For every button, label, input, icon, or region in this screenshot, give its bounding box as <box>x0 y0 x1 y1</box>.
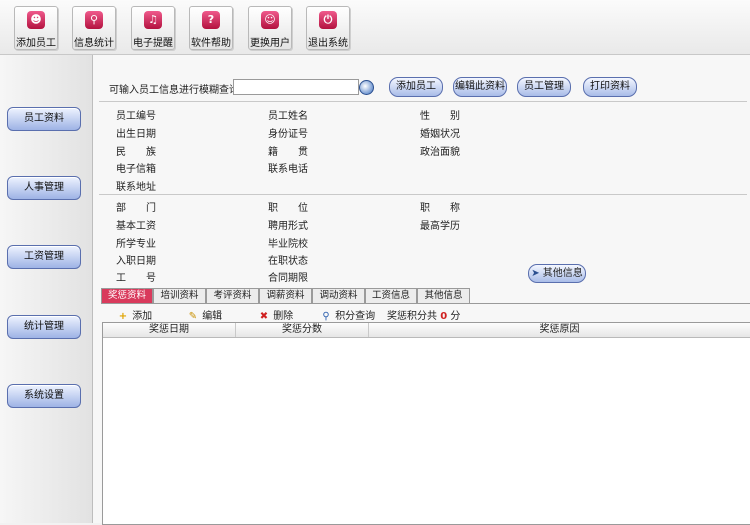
tab-rewards[interactable]: 奖惩资料 <box>101 288 153 303</box>
exit-toolbar-button[interactable]: ⏻ 退出系统 <box>306 6 350 50</box>
other-info-button[interactable]: ➤ 其他信息 <box>528 264 586 283</box>
toolbar-label: 添加员工 <box>16 38 56 49</box>
field-employee-id: 员工编号 <box>116 111 156 122</box>
sidebar-item-employee-info[interactable]: 员工资料 <box>7 107 81 131</box>
toolbar-label: 软件帮助 <box>191 38 231 49</box>
edit-label: 编辑 <box>202 311 223 322</box>
sidebar-item-personnel[interactable]: 人事管理 <box>7 176 81 200</box>
search-icon[interactable] <box>359 80 374 95</box>
field-id-number: 身份证号 <box>268 129 308 140</box>
field-birth-date: 出生日期 <box>116 129 156 140</box>
grid-header: 奖惩日期 奖惩分数 奖惩原因 <box>103 323 750 338</box>
help-icon: ? <box>202 11 220 29</box>
sidebar-item-statistics[interactable]: 统计管理 <box>7 315 81 339</box>
field-title: 职 称 <box>420 203 460 214</box>
add-button[interactable]: + 添加 <box>117 307 152 322</box>
arrow-right-icon: ➤ <box>531 268 540 279</box>
switch-user-icon: ☺ <box>261 11 279 29</box>
sidebar-item-settings[interactable]: 系统设置 <box>7 384 81 408</box>
field-native-place: 籍 贯 <box>268 147 308 158</box>
field-employment-type: 聘用形式 <box>268 221 308 232</box>
edit-button[interactable]: ✎ 编辑 <box>187 307 222 322</box>
field-employee-name: 员工姓名 <box>268 111 308 122</box>
field-position: 职 位 <box>268 203 308 214</box>
switch-user-toolbar-button[interactable]: ☺ 更换用户 <box>248 6 292 50</box>
exit-icon: ⏻ <box>319 11 337 29</box>
print-record-button[interactable]: 打印资料 <box>583 77 637 97</box>
field-ethnicity: 民 族 <box>116 147 156 158</box>
statistics-toolbar-button[interactable]: ⚲ 信息统计 <box>72 6 116 50</box>
field-major: 所学专业 <box>116 239 156 250</box>
search-prompt: 可输入员工信息进行模糊查询 <box>109 85 239 96</box>
main-toolbar: ☻ 添加员工 ⚲ 信息统计 ♫ 电子提醒 ? 软件帮助 ☺ 更换用户 ⏻ 退出系… <box>0 0 750 55</box>
field-work-number: 工 号 <box>116 273 156 284</box>
search-input[interactable] <box>233 79 359 95</box>
toolbar-label: 更换用户 <box>250 38 290 49</box>
points-query-label: 积分查询 <box>335 311 376 322</box>
points-total-unit: 分 <box>450 311 461 322</box>
field-school: 毕业院校 <box>268 239 308 250</box>
user-add-icon: ☻ <box>27 11 45 29</box>
divider <box>99 101 747 102</box>
points-total: 奖惩积分共 0 分 <box>387 307 460 322</box>
tab-training[interactable]: 培训资料 <box>153 288 206 303</box>
tab-salary-info[interactable]: 工资信息 <box>365 288 417 303</box>
field-employment-status: 在职状态 <box>268 256 308 267</box>
tab-other-info[interactable]: 其他信息 <box>417 288 470 303</box>
points-query-button[interactable]: ⚲ 积分查询 <box>320 307 375 322</box>
search-icon: ⚲ <box>85 11 103 29</box>
field-base-salary: 基本工资 <box>116 221 156 232</box>
field-contract-term: 合同期限 <box>268 273 308 284</box>
toolbar-label: 电子提醒 <box>133 38 173 49</box>
add-employee-button[interactable]: 添加员工 <box>389 77 443 97</box>
field-hire-date: 入职日期 <box>116 256 156 267</box>
plus-icon: + <box>118 311 128 322</box>
sidebar: 员工资料 人事管理 工资管理 统计管理 系统设置 <box>0 55 93 523</box>
employee-manage-button[interactable]: 员工管理 <box>517 77 571 97</box>
delete-button[interactable]: ✖ 删除 <box>258 307 293 322</box>
toolbar-label: 退出系统 <box>308 38 348 49</box>
points-total-label: 奖惩积分共 <box>387 311 437 322</box>
field-gender: 性 别 <box>420 111 460 122</box>
field-political-status: 政治面貌 <box>420 147 460 158</box>
action-bar: + 添加 ✎ 编辑 ✖ 删除 ⚲ 积分查询 奖惩积分共 0 分 <box>103 306 743 322</box>
rewards-grid[interactable]: 奖惩日期 奖惩分数 奖惩原因 <box>102 322 750 525</box>
delete-icon: ✖ <box>259 311 269 322</box>
points-total-value: 0 <box>440 311 448 322</box>
divider <box>99 194 747 195</box>
column-header-reason[interactable]: 奖惩原因 <box>369 323 750 337</box>
main-panel: 可输入员工信息进行模糊查询 添加员工 编辑此资料 员工管理 打印资料 员工编号 … <box>93 55 750 525</box>
pencil-icon: ✎ <box>188 311 198 322</box>
column-header-points[interactable]: 奖惩分数 <box>236 323 369 337</box>
field-department: 部 门 <box>116 203 156 214</box>
tab-transfer[interactable]: 调动资料 <box>312 288 365 303</box>
add-label: 添加 <box>132 311 153 322</box>
add-employee-toolbar-button[interactable]: ☻ 添加员工 <box>14 6 58 50</box>
delete-label: 删除 <box>273 311 294 322</box>
other-info-label: 其他信息 <box>542 268 583 279</box>
speaker-icon: ♫ <box>144 11 162 29</box>
edit-record-button[interactable]: 编辑此资料 <box>453 77 507 97</box>
tab-evaluation[interactable]: 考评资料 <box>206 288 259 303</box>
column-header-date[interactable]: 奖惩日期 <box>103 323 236 337</box>
sidebar-item-salary[interactable]: 工资管理 <box>7 245 81 269</box>
search-icon: ⚲ <box>322 311 330 322</box>
field-marital-status: 婚姻状况 <box>420 129 460 140</box>
help-toolbar-button[interactable]: ? 软件帮助 <box>189 6 233 50</box>
reminder-toolbar-button[interactable]: ♫ 电子提醒 <box>131 6 175 50</box>
field-education: 最高学历 <box>420 221 460 232</box>
divider <box>101 303 750 304</box>
field-phone: 联系电话 <box>268 164 308 175</box>
toolbar-label: 信息统计 <box>74 38 114 49</box>
tab-salary-change[interactable]: 调薪资料 <box>259 288 312 303</box>
field-email: 电子信箱 <box>116 164 156 175</box>
field-address: 联系地址 <box>116 182 156 193</box>
